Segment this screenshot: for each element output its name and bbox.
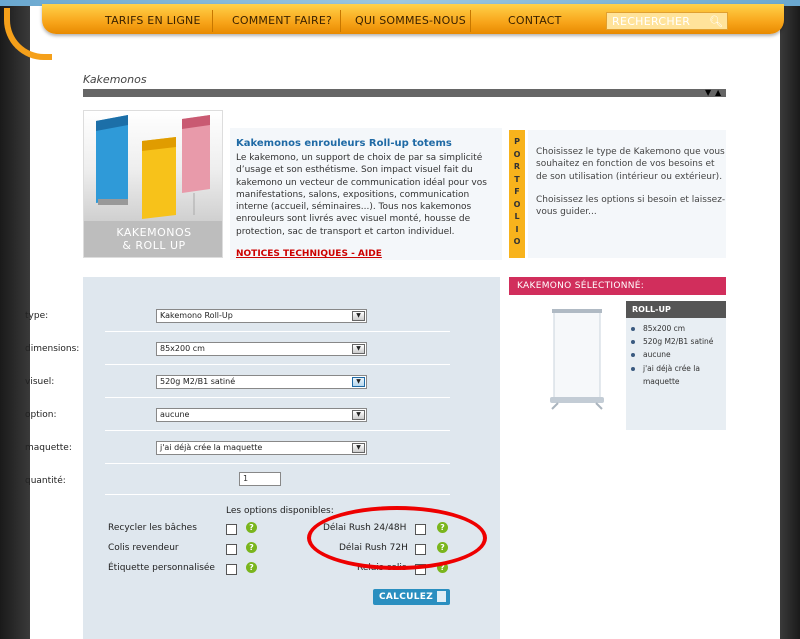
visuel-select[interactable]: 520g M2/B1 satiné ▼ (156, 375, 367, 389)
summary-item-text: maquette (643, 377, 680, 386)
portfolio-letter: R (513, 162, 521, 171)
portfolio-letter: O (513, 237, 521, 246)
summary-item: j'ai déjà crée la (631, 362, 700, 376)
description-title: Kakemonos enrouleurs Roll-up totems (236, 138, 452, 149)
bullet-icon (631, 340, 635, 344)
summary-item: 520g M2/B1 satiné (631, 335, 713, 349)
maquette-select[interactable]: j'ai déjà crée la maquette ▼ (156, 441, 367, 455)
maquette-value: j'ai déjà crée la maquette (160, 443, 263, 452)
help-icon[interactable]: ? (246, 542, 257, 553)
summary-item-text: 520g M2/B1 satiné (643, 337, 714, 346)
portfolio-letter: I (515, 224, 519, 234)
dimensions-value: 85x200 cm (160, 344, 205, 353)
nav-separator (470, 10, 471, 32)
help-icon[interactable]: ? (246, 562, 257, 573)
visuel-label: visuel: (25, 377, 55, 387)
selected-header: KAKEMONO SÉLECTIONNÉ: (509, 277, 726, 295)
type-value: Kakemono Roll-Up (160, 311, 233, 320)
chevron-down-icon[interactable]: ▼ (352, 311, 365, 321)
calculator-icon (437, 591, 446, 602)
row-divider (105, 430, 450, 431)
nav-separator (212, 10, 213, 32)
options-title: Les options disponibles: (226, 506, 334, 516)
option-etiquette-label: Étiquette personnalisée (108, 563, 215, 573)
visuel-value: 520g M2/B1 satiné (160, 377, 236, 386)
nav-tarifs[interactable]: TARIFS EN LIGNE (105, 14, 201, 27)
help-panel: Choisissez le type de Kakemono que vous … (528, 130, 726, 258)
help-text-2: Choisissez les options si besoin et lais… (536, 195, 726, 218)
etiquette-checkbox[interactable] (226, 564, 237, 575)
right-backdrop (780, 0, 800, 639)
row-divider (105, 331, 450, 332)
summary-item: 85x200 cm (631, 322, 685, 336)
help-icon[interactable]: ? (246, 522, 257, 533)
row-divider (105, 463, 450, 464)
hero-image: KAKEMONOS & ROLL UP (83, 110, 223, 258)
breadcrumb: Kakemonos (83, 73, 147, 86)
product-description: Kakemonos enrouleurs Roll-up totems Le k… (230, 128, 502, 260)
portfolio-tab[interactable]: P O R T F O L I O (509, 130, 525, 258)
portfolio-letter: T (514, 174, 520, 184)
option-colis-label: Colis revendeur (108, 543, 179, 553)
hero-caption-line2: & ROLL UP (122, 239, 186, 252)
nav-contact[interactable]: CONTACT (508, 14, 562, 27)
dimensions-select[interactable]: 85x200 cm ▼ (156, 342, 367, 356)
row-divider (105, 364, 450, 365)
selected-product: ROLL-UP (626, 301, 726, 318)
chevron-down-icon[interactable]: ▼ (352, 344, 365, 354)
dimensions-label: dimensions: (25, 344, 80, 354)
summary-item: maquette (631, 375, 680, 389)
main-nav: TARIFS EN LIGNE COMMENT FAIRE? QUI SOMME… (42, 4, 784, 34)
summary-item-text: j'ai déjà crée la (643, 364, 700, 373)
hero-caption: KAKEMONOS & ROLL UP (84, 221, 222, 257)
bullet-icon (631, 327, 635, 331)
nav-separator (340, 10, 341, 32)
bullet-icon (631, 353, 635, 357)
selected-summary: ROLL-UP 85x200 cm 520g M2/B1 satiné aucu… (626, 301, 726, 430)
arrow-up-icon[interactable]: ▲ (715, 88, 721, 97)
option-value: aucune (160, 410, 190, 419)
search-input[interactable]: RECHERCHER 🔍︎ (606, 12, 728, 30)
description-body: Le kakemono, un support de choix de par … (236, 153, 487, 237)
section-divider (83, 89, 726, 97)
quantity-input[interactable]: 1 (239, 472, 281, 486)
recycler-checkbox[interactable] (226, 524, 237, 535)
help-text-1: Choisissez le type de Kakemono que vous … (536, 147, 725, 182)
maquette-label: maquette: (25, 443, 72, 453)
quantity-label: quantité: (25, 476, 66, 486)
highlight-circle (307, 506, 487, 570)
nav-comment-faire[interactable]: COMMENT FAIRE? (232, 14, 332, 27)
search-icon[interactable]: 🔍︎ (709, 15, 723, 28)
rollup-illustration (96, 115, 210, 219)
type-label: type: (25, 311, 49, 321)
portfolio-letter: L (514, 212, 520, 221)
summary-item: aucune (631, 348, 671, 362)
rollup-thumbnail (550, 309, 604, 410)
portfolio-letter: O (513, 149, 521, 159)
chevron-down-icon[interactable]: ▼ (352, 410, 365, 420)
option-select[interactable]: aucune ▼ (156, 408, 367, 422)
calculate-button[interactable]: CALCULEZ (373, 589, 450, 605)
chevron-down-icon[interactable]: ▼ (352, 443, 365, 453)
portfolio-letter: P (514, 137, 520, 146)
calculate-label: CALCULEZ (379, 592, 434, 602)
row-divider (105, 494, 450, 495)
search-placeholder: RECHERCHER (612, 15, 691, 28)
row-divider (105, 397, 450, 398)
summary-item-text: 85x200 cm (643, 324, 686, 333)
summary-item-text: aucune (643, 350, 671, 359)
portfolio-letter: O (513, 199, 521, 209)
option-label: option: (25, 410, 57, 420)
hero-caption-line1: KAKEMONOS (116, 226, 192, 239)
bullet-icon (631, 367, 635, 371)
notices-link[interactable]: NOTICES TECHNIQUES - AIDE (236, 249, 382, 259)
nav-qui-sommes-nous[interactable]: QUI SOMMES-NOUS (355, 14, 466, 27)
chevron-down-icon[interactable]: ▼ (352, 377, 365, 387)
arrow-down-icon[interactable]: ▼ (705, 88, 711, 97)
colis-revendeur-checkbox[interactable] (226, 544, 237, 555)
option-recycler-label: Recycler les bâches (108, 523, 197, 533)
type-select[interactable]: Kakemono Roll-Up ▼ (156, 309, 367, 323)
portfolio-letter: F (514, 187, 520, 196)
